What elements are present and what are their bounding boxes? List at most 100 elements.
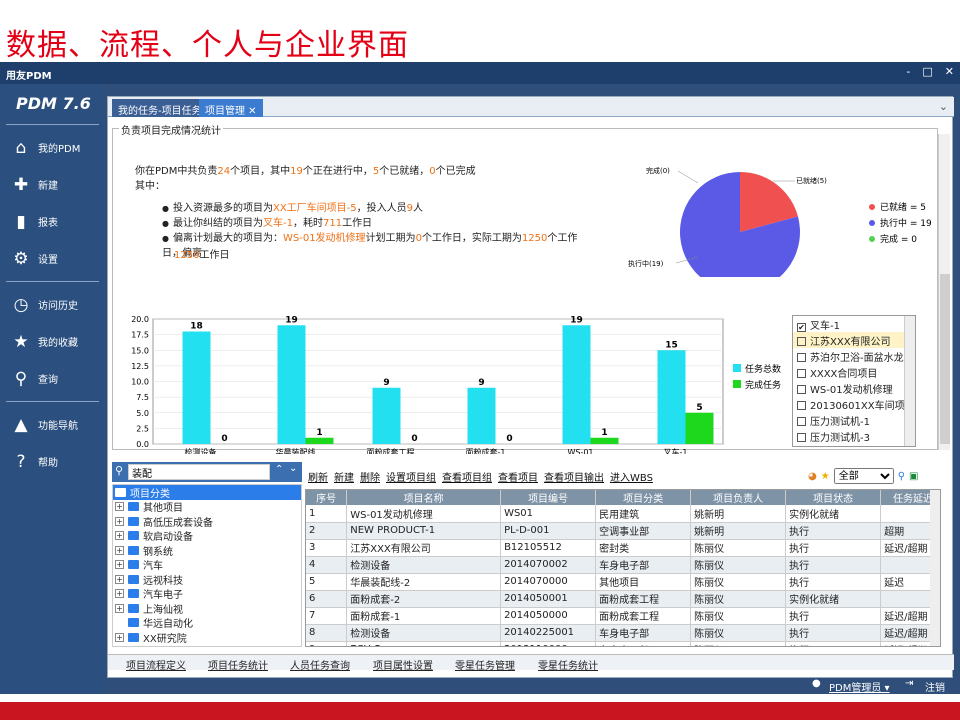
column-header[interactable]: 序号: [306, 490, 348, 505]
checklist-item[interactable]: ✔ 叉车-1: [793, 316, 915, 332]
tab-my-tasks[interactable]: 我的任务-项目任务: [112, 99, 208, 117]
column-header[interactable]: 项目名称: [346, 490, 502, 505]
checklist-item[interactable]: XXXX合同项目: [793, 364, 915, 380]
toolbar-link[interactable]: 删除: [360, 469, 380, 484]
maximize-button[interactable]: □: [922, 65, 932, 78]
chevron-up-icon[interactable]: ⌃: [275, 464, 283, 475]
toolbar-link[interactable]: 查看项目输出: [544, 469, 604, 484]
table-row[interactable]: 7面粉成套-12014050000面粉成套工程陈丽仪执行延迟/超期2014-05…: [306, 607, 940, 625]
checklist-item[interactable]: 压力测试机-1: [793, 412, 915, 428]
tree-node[interactable]: + 汽车电子: [113, 587, 301, 601]
bottom-tab[interactable]: 项目任务统计: [208, 657, 268, 672]
table-row[interactable]: 1WS-01发动机修理WS01民用建筑姚新明实例化就绪2011-03-: [306, 505, 940, 523]
star-icon[interactable]: ★: [821, 471, 830, 482]
excel-icon[interactable]: ▣: [909, 471, 918, 482]
tree-node[interactable]: + 汽车: [113, 558, 301, 572]
toolbar-link[interactable]: 设置项目组: [386, 469, 436, 484]
table-row[interactable]: 8检测设备20140225001车身电子部陈丽仪执行延迟/超期2013-11-: [306, 624, 940, 642]
user-menu[interactable]: PDM管理员 ▾: [829, 679, 890, 694]
sidebar-item-history[interactable]: ◷ 访问历史: [0, 286, 105, 323]
tree-node[interactable]: + 远视科技: [113, 572, 301, 587]
palette-icon[interactable]: ◕: [808, 471, 817, 482]
column-header[interactable]: 项目分类: [595, 490, 692, 505]
checkbox[interactable]: [797, 353, 806, 362]
toolbar-link[interactable]: 查看项目组: [442, 469, 492, 484]
checklist-item[interactable]: WS-01发动机修理: [793, 380, 915, 396]
table-cell: 5: [306, 573, 348, 591]
checkbox[interactable]: ✔: [797, 323, 806, 332]
checklist-item[interactable]: 苏泊尔卫浴-面盆水龙头: [793, 348, 915, 364]
expand-icon[interactable]: +: [115, 502, 124, 512]
expand-icon[interactable]: +: [115, 632, 124, 642]
sidebar-item-query[interactable]: ⚲ 查询: [0, 360, 105, 397]
checklist-item[interactable]: 压力测试机-3: [793, 428, 915, 444]
chevron-down-icon[interactable]: ⌄: [289, 463, 297, 474]
sidebar-item-settings[interactable]: ⚙ 设置: [0, 240, 105, 277]
summary-bullet-deviation-cont: 1250工作日: [174, 250, 230, 261]
column-header[interactable]: 项目负责人: [690, 490, 787, 505]
sidebar-item-favorites[interactable]: ★ 我的收藏: [0, 323, 105, 360]
checkbox[interactable]: [797, 433, 806, 442]
checkbox[interactable]: [797, 369, 806, 378]
checklist-item[interactable]: 江苏XXX有限公司: [793, 332, 915, 348]
column-header[interactable]: 项目状态: [785, 490, 882, 505]
checkbox[interactable]: [797, 385, 806, 394]
sidebar-item-new[interactable]: ✚ 新建: [0, 166, 105, 203]
table-row[interactable]: 2NEW PRODUCT-1PL-D-001空调事业部姚新明执行超期2011-0…: [306, 522, 940, 540]
filter-select[interactable]: 全部: [833, 468, 894, 484]
table-row[interactable]: 9ECU-52013110000车身电子部陈丽仪执行延迟/超期2012-01-: [306, 641, 940, 646]
sidebar-item-navigation[interactable]: ▲ 功能导航: [0, 406, 105, 443]
tree-node[interactable]: +XX股份: [113, 645, 301, 647]
bottom-tab[interactable]: 零星任务管理: [455, 657, 515, 672]
table-cell: 陈丽仪: [690, 641, 787, 646]
tree-root[interactable]: 项目分类: [113, 485, 301, 500]
sidebar-item-my-pdm[interactable]: ⌂ 我的PDM: [0, 129, 105, 166]
sidebar-item-help[interactable]: ? 帮助: [0, 443, 105, 480]
toolbar-link[interactable]: 进入WBS: [610, 469, 653, 484]
bottom-tab[interactable]: 人员任务查询: [290, 657, 350, 672]
expand-icon[interactable]: +: [115, 545, 124, 555]
tab-project-management[interactable]: 项目管理 ✕: [199, 99, 263, 117]
checklist-scrollbar[interactable]: [904, 316, 915, 446]
search-icon[interactable]: ⚲: [898, 471, 905, 482]
logout-link[interactable]: 注销: [925, 679, 945, 694]
table-row[interactable]: 4检测设备2014070002车身电子部陈丽仪执行2014-11-: [306, 556, 940, 574]
checklist-item[interactable]: 20130601XX车间项目3: [793, 396, 915, 412]
bottom-tab[interactable]: 项目属性设置: [373, 657, 433, 672]
minimize-button[interactable]: -: [906, 65, 910, 78]
tree-node[interactable]: + 高低压成套设备: [113, 514, 301, 529]
expand-icon[interactable]: +: [115, 603, 124, 613]
tree-node[interactable]: + 钢系统: [113, 543, 301, 558]
expand-icon[interactable]: +: [115, 531, 124, 541]
toolbar-link[interactable]: 刷新: [308, 469, 328, 484]
search-input[interactable]: [128, 464, 270, 480]
grid-scrollbar[interactable]: [930, 490, 940, 646]
sidebar-item-report[interactable]: ▮ 报表: [0, 203, 105, 240]
checkbox[interactable]: [797, 401, 806, 410]
x-tick-label: 检测设备: [185, 447, 217, 454]
tree-node[interactable]: + XX研究院: [113, 630, 301, 645]
table-row[interactable]: 6面粉成套-22014050001面粉成套工程陈丽仪实例化就绪2014-05-: [306, 590, 940, 608]
table-row[interactable]: 5华晨装配线-22014070000其他项目陈丽仪执行延迟2014-07-: [306, 573, 940, 591]
tree-node[interactable]: + 软启动设备: [113, 529, 301, 543]
close-button[interactable]: ✕: [945, 65, 954, 78]
bar-value-label: 9: [478, 378, 484, 388]
chevron-down-icon[interactable]: ⌄: [939, 100, 948, 113]
tree-node[interactable]: + 上海仙视: [113, 601, 301, 616]
expand-icon[interactable]: +: [115, 574, 124, 584]
column-header[interactable]: 项目编号: [500, 490, 597, 505]
tree-node[interactable]: + 其他项目: [113, 500, 301, 514]
table-row[interactable]: 3江苏XXX有限公司B12105512密封类陈丽仪执行延迟/超期2012-11-: [306, 539, 940, 557]
expand-icon[interactable]: +: [115, 516, 124, 526]
expand-icon[interactable]: +: [115, 560, 124, 570]
toolbar-link[interactable]: 查看项目: [498, 469, 538, 484]
bottom-tab[interactable]: 项目流程定义: [126, 657, 186, 672]
y-tick-label: 5.0: [136, 409, 149, 418]
bottom-tab[interactable]: 零星任务统计: [538, 657, 598, 672]
checkbox[interactable]: [797, 417, 806, 426]
toolbar-link[interactable]: 新建: [334, 469, 354, 484]
tree-node[interactable]: 华远自动化: [113, 616, 301, 630]
expand-icon[interactable]: +: [115, 589, 124, 599]
checkbox[interactable]: [797, 337, 806, 346]
expand-icon[interactable]: [115, 618, 124, 627]
